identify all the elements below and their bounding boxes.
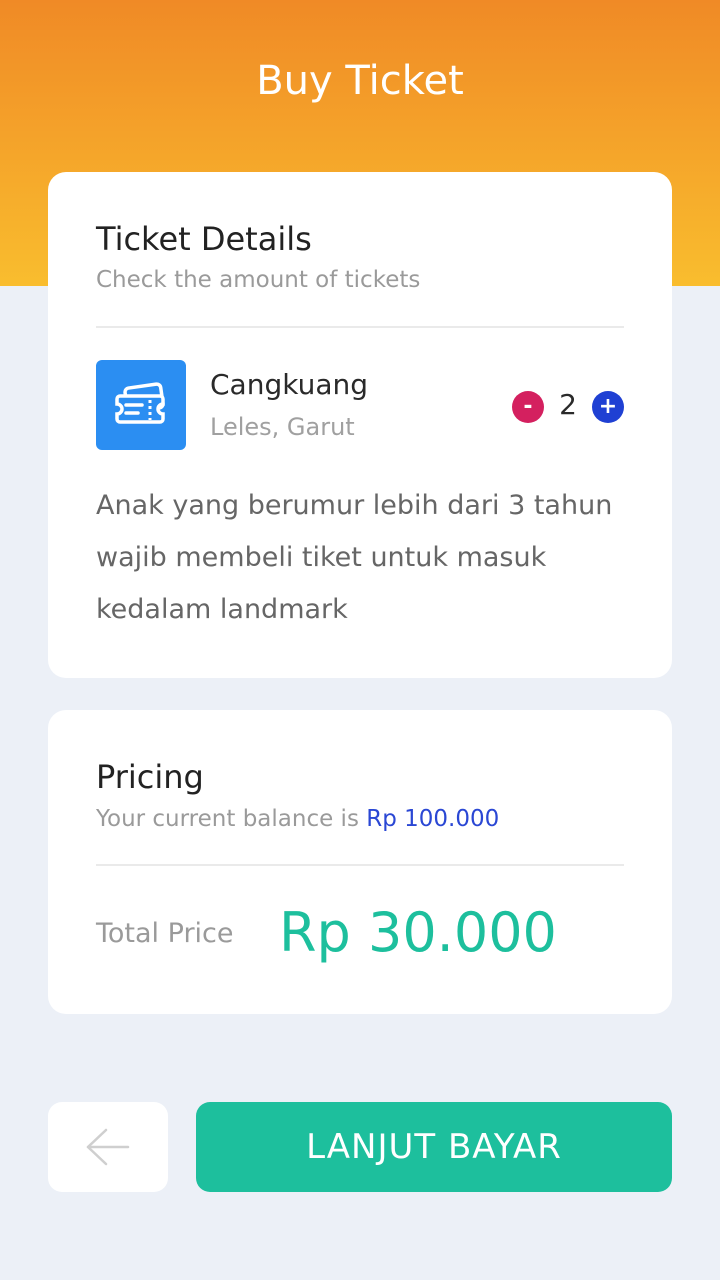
balance-prefix: Your current balance is	[96, 806, 367, 832]
pricing-title: Pricing	[96, 758, 204, 796]
ticket-details-card: Ticket Details Check the amount of ticke…	[48, 172, 672, 678]
divider	[96, 864, 624, 866]
divider	[96, 326, 624, 328]
page-title: Buy Ticket	[256, 58, 464, 104]
increase-quantity-button[interactable]: +	[592, 391, 624, 423]
back-button[interactable]	[48, 1102, 168, 1192]
ticket-item-name: Cangkuang	[210, 368, 369, 401]
arrow-left-icon	[86, 1128, 130, 1166]
balance-text: Your current balance is Rp 100.000	[96, 806, 499, 832]
ticket-quantity: 2	[559, 388, 577, 421]
balance-amount: Rp 100.000	[366, 806, 500, 832]
pricing-card: Pricing Your current balance is Rp 100.0…	[48, 710, 672, 1014]
decrease-quantity-button[interactable]: -	[512, 391, 544, 423]
ticket-details-title: Ticket Details	[96, 220, 312, 258]
ticket-item-location: Leles, Garut	[210, 413, 355, 441]
continue-payment-button[interactable]: LANJUT BAYAR	[196, 1102, 672, 1192]
ticket-description: Anak yang berumur lebih dari 3 tahun waj…	[96, 490, 613, 625]
total-price-value: Rp 30.000	[279, 901, 557, 964]
ticket-icon	[96, 360, 186, 450]
ticket-details-subtitle: Check the amount of tickets	[96, 267, 421, 293]
total-price-label: Total Price	[96, 918, 234, 949]
